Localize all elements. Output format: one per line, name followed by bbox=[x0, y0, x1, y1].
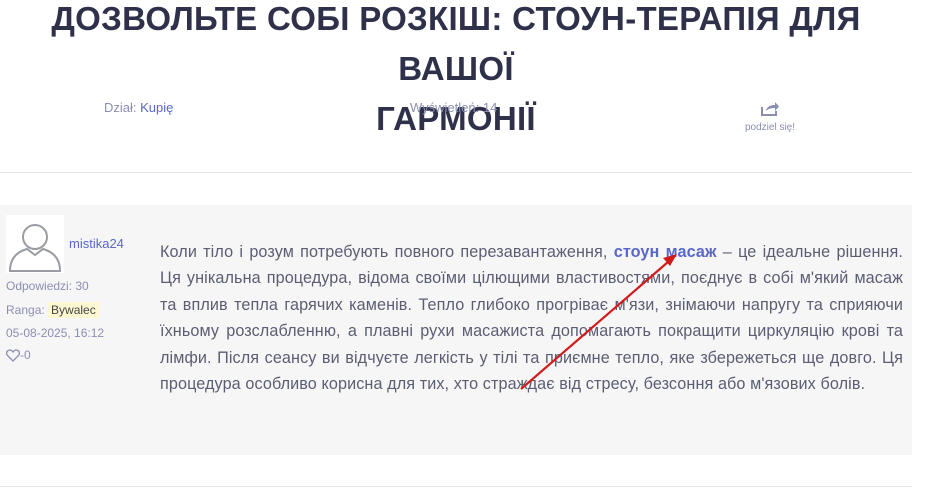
author-link[interactable]: mistika24 bbox=[69, 236, 124, 251]
section-meta: Dział: Kupię bbox=[104, 100, 173, 115]
share-icon bbox=[761, 102, 779, 116]
divider-bottom bbox=[0, 486, 912, 487]
avatar-icon[interactable] bbox=[6, 215, 64, 273]
post-text-before: Коли тіло і розум потребують повного пер… bbox=[160, 243, 614, 261]
heart-icon bbox=[6, 348, 20, 362]
like-button[interactable]: -0 bbox=[6, 348, 31, 362]
rank: Ranga: Bywalec bbox=[6, 302, 99, 318]
rank-badge: Bywalec bbox=[48, 302, 99, 318]
forum-post: mistika24 Odpowiedzi: 30 Ranga: Bywalec … bbox=[0, 205, 912, 455]
section-label: Dział: bbox=[104, 100, 137, 115]
page-title-line-1: ДОЗВОЛЬТЕ СОБІ РОЗКІШ: СТОУН-ТЕРАПІЯ ДЛЯ… bbox=[51, 0, 861, 87]
views-count: Wyświetleń: 14 bbox=[410, 100, 498, 115]
divider-top bbox=[0, 172, 912, 173]
post-text-after: – це ідеальне рішення. Ця унікальна проц… bbox=[160, 243, 903, 394]
post-date: 05-08-2025, 16:12 bbox=[6, 326, 105, 340]
likes-count: -0 bbox=[20, 348, 31, 362]
share-button[interactable]: podziel się! bbox=[742, 100, 798, 133]
rank-label: Ranga: bbox=[6, 303, 45, 317]
post-body: Коли тіло і розум потребують повного пер… bbox=[160, 239, 903, 397]
keyword-link[interactable]: стоун масаж bbox=[614, 243, 717, 261]
section-link[interactable]: Kupię bbox=[140, 100, 173, 115]
share-label: podziel się! bbox=[744, 122, 796, 133]
replies-count: Odpowiedzi: 30 bbox=[6, 279, 89, 293]
